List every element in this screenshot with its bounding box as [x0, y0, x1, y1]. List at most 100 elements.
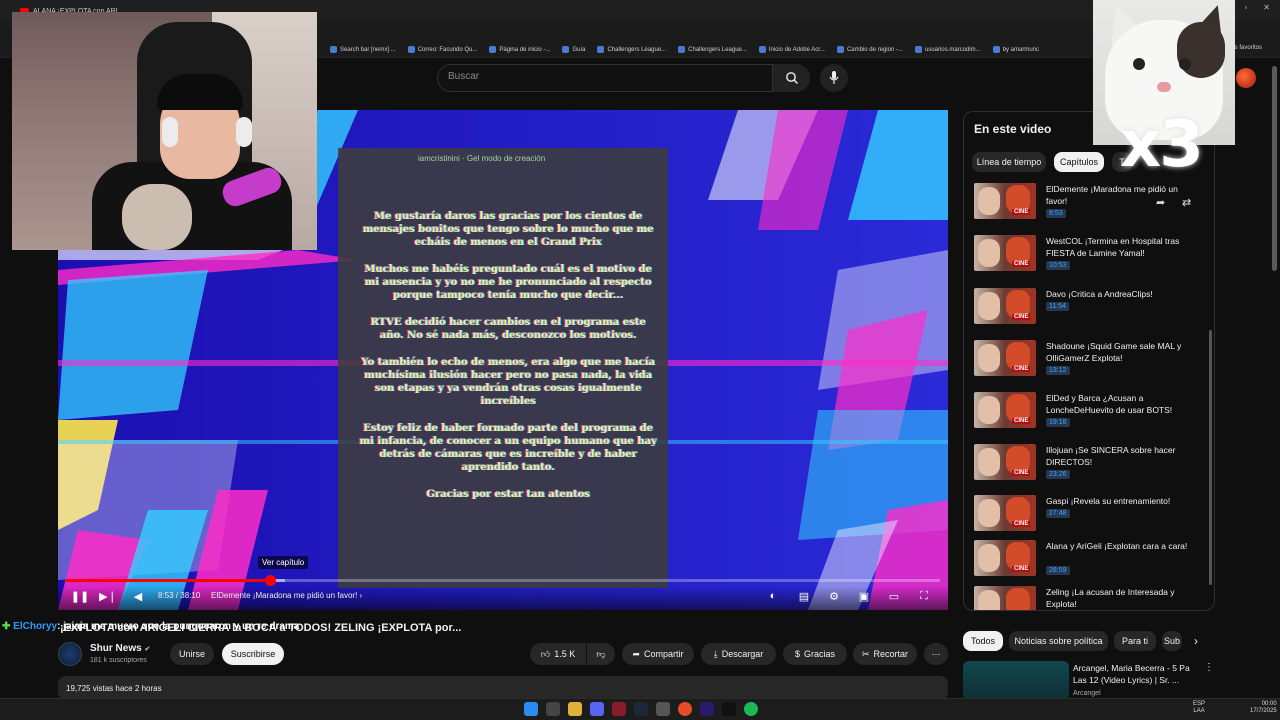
bookmark-item[interactable]: Guía [562, 46, 585, 53]
chapter-item[interactable]: CINE Zeling ¡La acusan de Interesada y Ex… [967, 583, 1207, 610]
chip-for-you[interactable]: Para ti [1114, 631, 1156, 651]
bookmark-item[interactable]: Challengers League... [678, 46, 747, 53]
chapter-timestamp: 19:18 [1046, 418, 1070, 427]
chevron-right-icon: › [359, 591, 363, 600]
search-button[interactable] [772, 64, 810, 92]
clip-button[interactable]: ✂ Recortar [853, 643, 917, 665]
more-vert-icon[interactable]: ⋮ [1204, 662, 1214, 673]
current-chapter[interactable]: ElDemente ¡Maradona me pidió un favor! › [211, 591, 362, 600]
channel-avatar[interactable] [58, 642, 82, 666]
chapter-item[interactable]: CINE Illojuan ¡Se SINCERA sobre hacer DIR… [967, 441, 1207, 491]
app-icon[interactable] [612, 702, 626, 716]
chapter-title: Zeling ¡La acusan de Interesada y Explot… [1046, 587, 1175, 609]
autoplay-toggle[interactable]: ◐ [764, 588, 782, 604]
chapter-thumbnail: CINE [974, 444, 1036, 480]
channel-name[interactable]: Shur News ✔ [90, 643, 150, 654]
app-icon[interactable] [656, 702, 670, 716]
share-chapter-icon[interactable]: ➦ [1156, 196, 1165, 209]
chrome-icon[interactable] [678, 702, 692, 716]
fullscreen-button[interactable]: ⛶ [916, 588, 932, 604]
bookmark-item[interactable]: Correo: Facundo Qu... [407, 46, 477, 53]
chapter-timestamp: 11:54 [1046, 302, 1069, 311]
subtitles-button[interactable]: ▤ [796, 588, 812, 604]
message-paragraph: Yo también lo echo de menos, era algo qu… [361, 357, 655, 407]
close-icon[interactable]: ✕ [1263, 3, 1270, 12]
message-paragraph: Me gustaría daros las gracias por los ci… [362, 211, 654, 248]
thumb-face [978, 590, 1000, 610]
progress-scrubber[interactable] [264, 575, 276, 586]
chapters-scrollbar[interactable] [1209, 330, 1212, 585]
bookmark-item[interactable]: by amarmunc [992, 46, 1039, 53]
chevron-right-icon[interactable]: › [1194, 634, 1198, 648]
thumb-face [978, 544, 1000, 572]
repeat-chapter-icon[interactable]: ⇄ [1182, 196, 1191, 209]
dislike-button[interactable]: 👎︎ [587, 643, 615, 665]
chapter-item[interactable]: CINE ElDemente ¡Maradona me pidió un favo… [967, 180, 1207, 230]
recommendation-thumbnail[interactable] [963, 661, 1069, 701]
spotify-icon[interactable] [744, 702, 758, 716]
share-button[interactable]: ➦ Compartir [622, 643, 694, 665]
thumb-face [978, 499, 1000, 527]
bookmark-item[interactable]: Página de inicio -... [489, 46, 550, 53]
voice-search-button[interactable] [820, 64, 848, 92]
miniplayer-button[interactable]: ▣ [856, 588, 872, 604]
steam-icon[interactable] [634, 702, 648, 716]
chapter-item[interactable]: CINE ElDed y Barca ¿Acusan a LoncheDeHuev… [967, 389, 1207, 439]
search-input[interactable] [437, 64, 810, 92]
discord-icon[interactable] [590, 702, 604, 716]
search-placeholder: Buscar [448, 71, 480, 82]
subscribe-button[interactable]: Suscribirse [222, 643, 284, 665]
bookmark-item[interactable]: Cambio de region -... [836, 46, 903, 53]
join-button[interactable]: Unirse [170, 643, 214, 665]
next-button[interactable]: ▶❘ [99, 588, 117, 604]
next-icon: ▶❘ [99, 590, 117, 603]
time-display: 8:53 / 38:10 [158, 591, 201, 600]
download-button[interactable]: ⤓ Descargar [701, 643, 776, 665]
premiere-icon[interactable] [700, 702, 714, 716]
thumbs-down-icon: 👎︎ [596, 648, 606, 659]
thanks-button[interactable]: $ Gracias [783, 643, 847, 665]
recommendation-title[interactable]: Arcangel, Maria Becerra - 5 Pa Las 12 (V… [1073, 662, 1203, 686]
streamer-webcam [12, 12, 317, 250]
bookmark-item[interactable]: usuarios.marcodim... [914, 46, 981, 53]
maximize-icon[interactable]: ▫ [1244, 3, 1247, 12]
chapter-item[interactable]: CINE Alana y AriGeli ¡Explotan cara a car… [967, 537, 1207, 587]
bookmark-favicon-icon [330, 46, 337, 53]
message-paragraph: Gracias por estar tan atentos [426, 489, 590, 500]
recommendation-channel[interactable]: Arcangel [1073, 690, 1101, 697]
like-button[interactable]: 👍︎ 1.5 K [530, 643, 586, 665]
bookmark-favicon-icon [407, 46, 415, 53]
description-box[interactable] [58, 676, 948, 700]
tab-timeline[interactable]: Línea de tiempo [972, 152, 1046, 172]
chapter-item[interactable]: CINE Davo ¡Critica a AndreaClips! 11:54 [967, 285, 1207, 335]
theater-button[interactable]: ▭ [886, 588, 902, 604]
cine-badge: CINE [1012, 209, 1031, 215]
tab-chapters[interactable]: Capítulos [1054, 152, 1104, 172]
tiktok-icon[interactable] [722, 702, 736, 716]
settings-button[interactable]: ⚙ [826, 588, 842, 604]
more-actions-button[interactable]: ⋯ [924, 643, 948, 665]
headphones-icon [236, 117, 252, 147]
chip-sub[interactable]: Sub [1162, 631, 1182, 651]
chapter-item[interactable]: CINE Gaspi ¡Revela su entrenamiento! 27:48 [967, 492, 1207, 542]
file-explorer-icon[interactable] [568, 702, 582, 716]
windows-start-icon[interactable] [524, 702, 538, 716]
chapter-item[interactable]: CINE Shadoune ¡Squid Game sale MAL y Olli… [967, 337, 1207, 387]
account-avatar[interactable] [1236, 68, 1256, 88]
volume-button[interactable]: ◀ [130, 588, 146, 604]
share-icon: ➦ [632, 648, 641, 659]
taskbar-clock[interactable]: 00:00 17/7/2025 [1250, 701, 1277, 715]
pause-button[interactable]: ❚❚ [71, 588, 89, 604]
bookmark-item[interactable]: Challengers League... [597, 46, 666, 53]
bookmark-item[interactable]: Search bar [nemx] ... [330, 46, 396, 53]
search-icon[interactable] [546, 702, 560, 716]
subscriber-count: 181 k suscriptores [90, 657, 147, 664]
language-indicator[interactable]: ESP LAA [1193, 701, 1205, 715]
page-scrollbar[interactable] [1272, 66, 1277, 271]
chip-all[interactable]: Todos [963, 631, 1003, 651]
chip-politics[interactable]: Noticias sobre política [1009, 631, 1108, 651]
bookmark-item[interactable]: Inicio de Adobe Acr... [758, 46, 825, 53]
chapter-item[interactable]: CINE WestCOL ¡Termina en Hospital tras FI… [967, 232, 1207, 282]
chapter-timestamp: 23:26 [1046, 470, 1070, 479]
volume-icon: ◀ [133, 590, 143, 603]
